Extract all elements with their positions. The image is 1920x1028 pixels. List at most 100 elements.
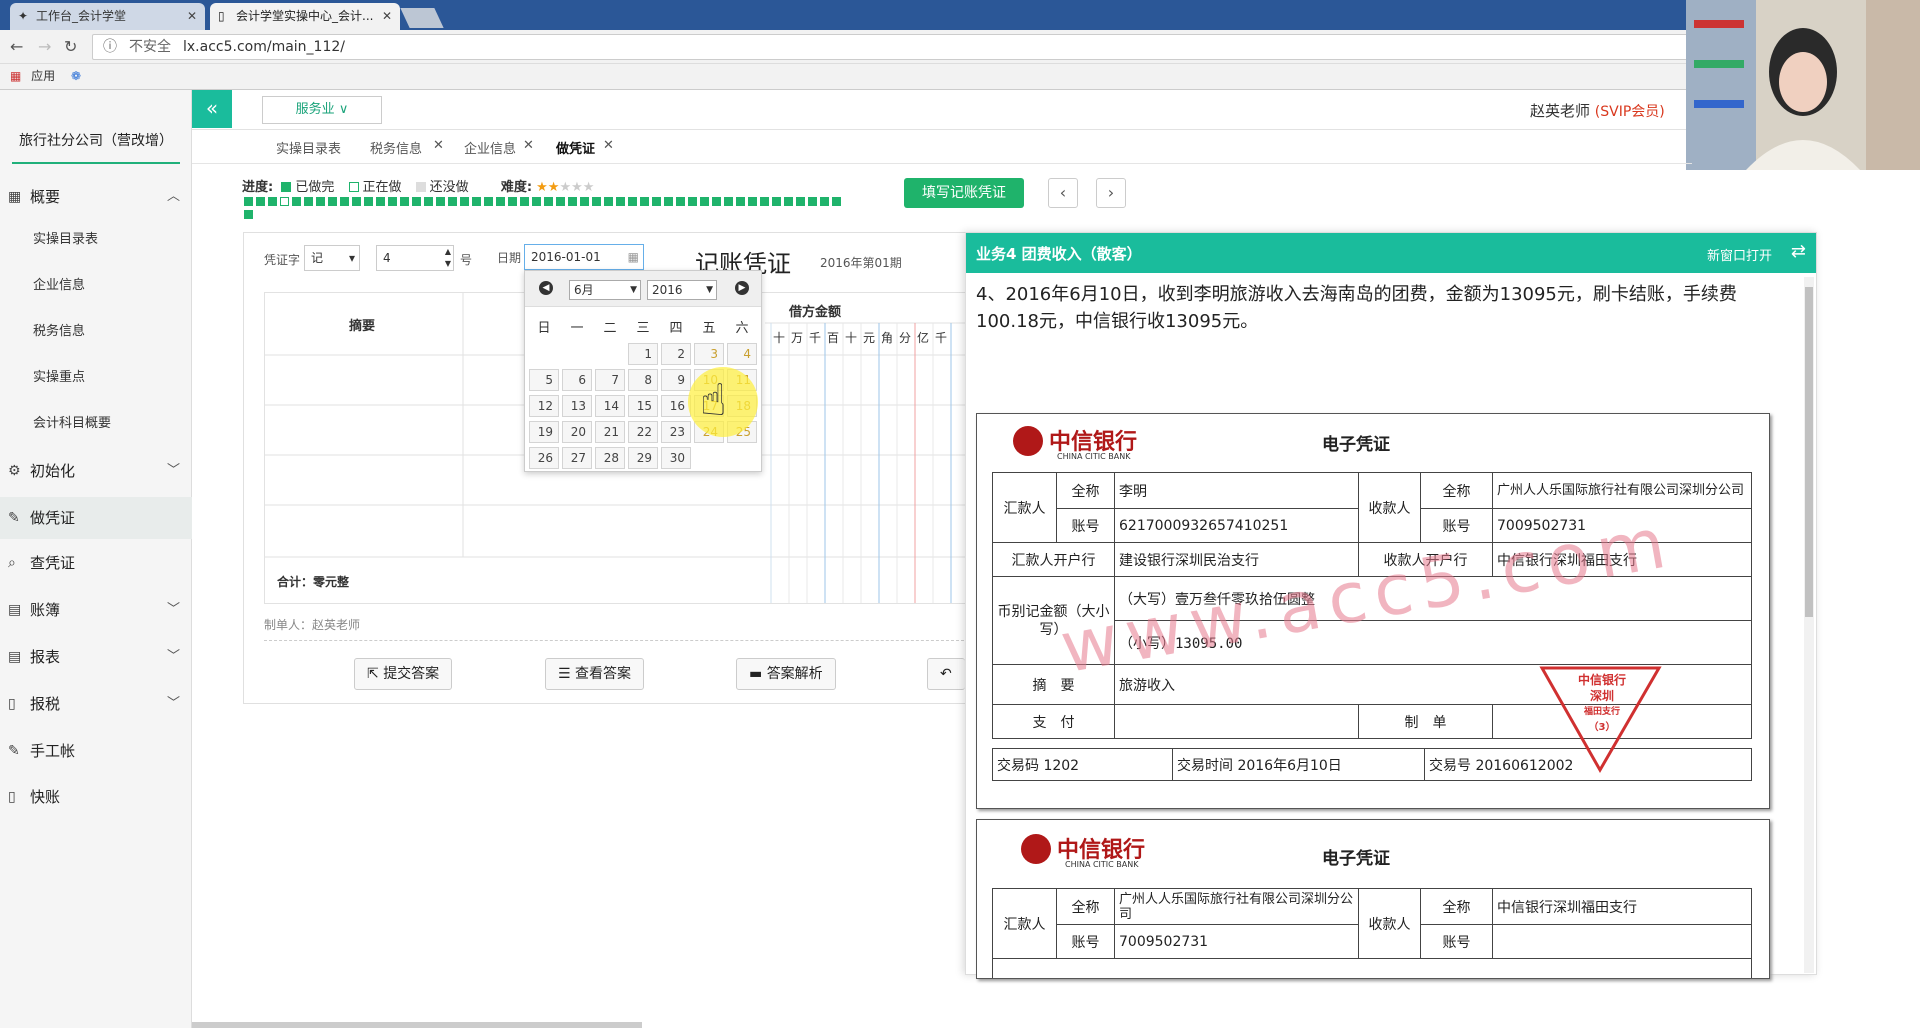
progress-block[interactable]: [244, 197, 253, 206]
progress-block[interactable]: [304, 197, 313, 206]
sidebar-sub-tax[interactable]: 税务信息: [0, 310, 192, 354]
progress-block[interactable]: [508, 197, 517, 206]
tab-tax-info[interactable]: 税务信息: [370, 138, 422, 157]
progress-block[interactable]: [580, 197, 589, 206]
prev-button[interactable]: ‹: [1048, 178, 1078, 208]
calendar-day[interactable]: 4: [727, 343, 757, 365]
progress-block[interactable]: [268, 197, 277, 206]
progress-block[interactable]: [256, 197, 265, 206]
progress-block[interactable]: [796, 197, 805, 206]
progress-block[interactable]: [760, 197, 769, 206]
progress-block[interactable]: [772, 197, 781, 206]
calendar-day[interactable]: 15: [628, 395, 658, 417]
tab-make-voucher[interactable]: 做凭证: [556, 138, 595, 157]
progress-block[interactable]: [784, 197, 793, 206]
next-month-icon[interactable]: ▶: [735, 281, 749, 295]
sidebar-sub-company[interactable]: 企业信息: [0, 264, 192, 308]
progress-block[interactable]: [664, 197, 673, 206]
sidebar-item-overview[interactable]: ▦ 概要 ︿: [0, 176, 192, 218]
back-icon[interactable]: ←: [10, 37, 23, 56]
calendar-day[interactable]: 21: [595, 421, 625, 443]
sidebar-item-query-voucher[interactable]: ⌕ 查凭证: [0, 542, 192, 584]
sidebar-item-make-voucher[interactable]: ✎ 做凭证: [0, 497, 192, 539]
progress-block[interactable]: [568, 197, 577, 206]
view-answer-button[interactable]: ☰ 查看答案: [545, 658, 645, 690]
progress-block[interactable]: [436, 197, 445, 206]
calendar-day[interactable]: 9: [661, 369, 691, 391]
prev-month-icon[interactable]: ◀: [539, 281, 553, 295]
voucher-number-input[interactable]: 4 ▲ ▼: [376, 245, 454, 271]
progress-block[interactable]: [352, 197, 361, 206]
progress-block[interactable]: [640, 197, 649, 206]
stepper-icon[interactable]: ▲ ▼: [445, 246, 451, 270]
calendar-day[interactable]: 1: [628, 343, 658, 365]
user-info[interactable]: 赵英老师 (SVIP会员): [1530, 100, 1665, 121]
progress-block[interactable]: [712, 197, 721, 206]
progress-block[interactable]: [604, 197, 613, 206]
progress-block[interactable]: [676, 197, 685, 206]
progress-block[interactable]: [532, 197, 541, 206]
calendar-day[interactable]: 26: [529, 447, 559, 469]
progress-block[interactable]: [688, 197, 697, 206]
calendar-day[interactable]: 12: [529, 395, 559, 417]
calendar-day[interactable]: 5: [529, 369, 559, 391]
scroll-thumb[interactable]: [1805, 287, 1813, 617]
calendar-day[interactable]: 14: [595, 395, 625, 417]
browser-tab[interactable]: ✦ 工作台_会计学堂 ✕: [10, 3, 205, 30]
calendar-day[interactable]: 20: [562, 421, 592, 443]
progress-block[interactable]: [364, 197, 373, 206]
progress-block[interactable]: [280, 197, 289, 206]
calendar-day[interactable]: 19: [529, 421, 559, 443]
submit-answer-button[interactable]: ⇱ 提交答案: [354, 658, 453, 690]
calendar-day[interactable]: 6: [562, 369, 592, 391]
progress-block[interactable]: [616, 197, 625, 206]
progress-block[interactable]: [316, 197, 325, 206]
date-input[interactable]: 2016-01-01 ▦: [524, 244, 644, 270]
progress-block[interactable]: [376, 197, 385, 206]
calendar-day[interactable]: 28: [595, 447, 625, 469]
close-icon[interactable]: ✕: [603, 138, 614, 153]
close-icon[interactable]: ✕: [523, 138, 534, 153]
calendar-day[interactable]: 23: [661, 421, 691, 443]
progress-block[interactable]: [520, 197, 529, 206]
tab-company-info[interactable]: 企业信息: [464, 138, 516, 157]
progress-block[interactable]: [412, 197, 421, 206]
calendar-icon[interactable]: ▦: [628, 245, 639, 269]
reload-icon[interactable]: ↻: [64, 37, 77, 56]
browser-tab-active[interactable]: ▯ 会计学堂实操中心_会计... ✕: [210, 3, 400, 30]
calendar-day[interactable]: 30: [661, 447, 691, 469]
calendar-day[interactable]: 8: [628, 369, 658, 391]
calendar-day[interactable]: 2: [661, 343, 691, 365]
progress-block[interactable]: [484, 197, 493, 206]
progress-block[interactable]: [628, 197, 637, 206]
progress-block[interactable]: [820, 197, 829, 206]
sidebar-sub-subjects[interactable]: 会计科目概要: [0, 402, 192, 446]
calendar-day[interactable]: 7: [595, 369, 625, 391]
voucher-word-select[interactable]: 记 ▾: [304, 245, 360, 271]
progress-block[interactable]: [736, 197, 745, 206]
swap-icon[interactable]: ⇄: [1791, 241, 1806, 262]
progress-block[interactable]: [400, 197, 409, 206]
close-icon[interactable]: ✕: [187, 3, 197, 30]
sidebar-sub-catalog[interactable]: 实操目录表: [0, 218, 192, 262]
progress-block[interactable]: [460, 197, 469, 206]
bookmark-apps[interactable]: 应用: [31, 69, 55, 83]
progress-block[interactable]: [748, 197, 757, 206]
progress-block[interactable]: [328, 197, 337, 206]
sidebar-item-report[interactable]: ▤ 报表 ﹀: [0, 636, 192, 678]
answer-analysis-button[interactable]: ▬ 答案解析: [736, 658, 836, 690]
progress-block[interactable]: [424, 197, 433, 206]
tab-catalog[interactable]: 实操目录表: [276, 138, 341, 157]
progress-block[interactable]: [832, 197, 841, 206]
calendar-day[interactable]: 3: [694, 343, 724, 365]
progress-block[interactable]: [724, 197, 733, 206]
progress-block[interactable]: [496, 197, 505, 206]
scrollbar[interactable]: [1804, 277, 1814, 973]
progress-block[interactable]: [556, 197, 565, 206]
close-icon[interactable]: ✕: [382, 3, 392, 30]
calendar-day[interactable]: 27: [562, 447, 592, 469]
progress-block[interactable]: [292, 197, 301, 206]
progress-block[interactable]: [808, 197, 817, 206]
forward-icon[interactable]: →: [38, 37, 51, 56]
progress-block[interactable]: [472, 197, 481, 206]
